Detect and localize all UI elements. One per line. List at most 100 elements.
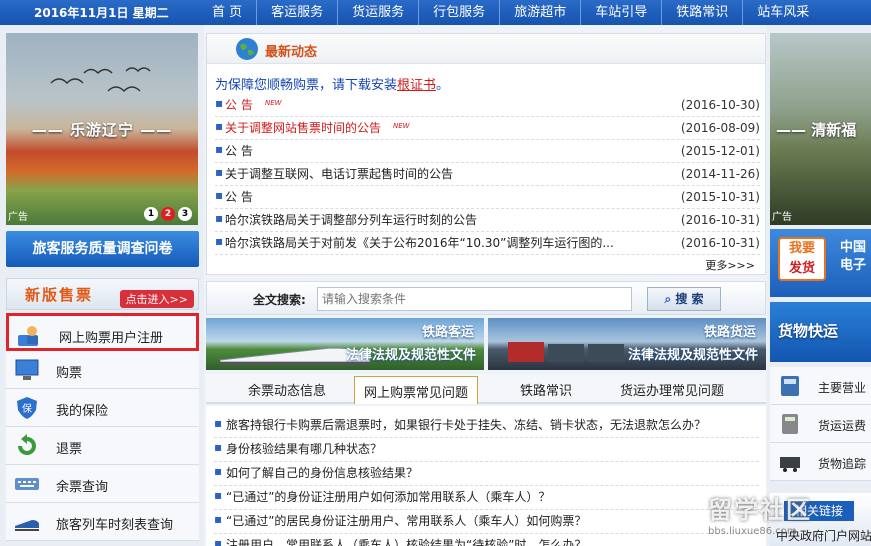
search-input[interactable] <box>317 287 632 311</box>
notice-text: 为保障您顺畅购票，请下载安装 <box>215 78 398 93</box>
enter-button[interactable]: 点击进入>> <box>119 290 194 308</box>
menu-item-buy-ticket[interactable]: 购票 <box>6 351 199 389</box>
news-title: 最新动态 <box>265 45 318 60</box>
menu-label: 我的保险 <box>56 404 109 419</box>
bullet-icon: ▪ <box>215 188 224 202</box>
center-column: 最新动态 为保障您顺畅购票，请下载安装根证书。 ▪ 公 告 NEW (2016-10-… <box>204 25 767 546</box>
search-button[interactable]: ⌕ 搜 索 <box>647 287 721 311</box>
nav-home[interactable]: 首 页 <box>198 0 256 25</box>
ad-page-1[interactable]: 1 <box>144 207 158 221</box>
nav-railway-knowledge[interactable]: 铁路常识 <box>661 0 742 25</box>
promo-express-freight[interactable]: 货物快运 <box>770 302 871 362</box>
nav-passenger-service[interactable]: 客运服务 <box>256 0 337 25</box>
watermark-logo: 留学社区 <box>708 496 812 524</box>
news-item[interactable]: ▪ 公 告 (2015-12-01) <box>215 140 760 163</box>
news-item[interactable]: ▪ 公 告 NEW (2016-10-30) <box>215 94 760 117</box>
bullet-icon: ▪ <box>215 142 224 156</box>
new-sale-title: 新版售票 <box>25 286 94 304</box>
banner-passenger-law[interactable]: 铁路客运 法律法规及规范性文件 <box>206 318 484 370</box>
freight-train-icon <box>508 342 624 362</box>
bullet-icon: ▪ <box>214 440 223 454</box>
nav-freight-service[interactable]: 货运服务 <box>337 0 418 25</box>
ad-slogan: —— 乐游辽宁 —— <box>31 121 173 139</box>
freight-link-tracking[interactable]: 货物追踪 <box>770 443 871 481</box>
info-tabs: 余票动态信息 网上购票常见问题 铁路常识 货运办理常见问题 <box>206 374 766 404</box>
bullet-icon: ▪ <box>214 512 223 526</box>
tab-railway-knowledge[interactable]: 铁路常识 <box>520 380 572 399</box>
globe-icon <box>236 38 258 60</box>
notice-end: 。 <box>436 78 450 93</box>
faq-item[interactable]: ▪ 身份核验结果有哪几种状态？ <box>214 438 759 462</box>
ad-banner-fujian[interactable]: —— 清新福 广告 <box>770 33 871 225</box>
faq-item[interactable]: ▪ “已通过”的身份证注册用户如何添加常用联系人（乘车人）？ <box>214 486 759 510</box>
menu-item-timetable[interactable]: 旅客列车时刻表查询 <box>6 503 199 541</box>
menu-label: 退票 <box>56 442 83 457</box>
bullet-icon: ▪ <box>215 119 224 133</box>
phone-icon <box>781 376 799 396</box>
faq-list: ▪ 旅客持银行卡购票后需退票时，如果银行卡处于挂失、冻结、销卡状态，无法退款怎么办… <box>214 414 759 546</box>
new-badge: NEW <box>265 99 282 107</box>
menu-label: 网上购票用户注册 <box>59 331 164 346</box>
user-register-icon <box>18 326 38 346</box>
cert-notice: 为保障您顺畅购票，请下载安装根证书。 <box>215 74 449 93</box>
ad-page-2[interactable]: 2 <box>161 207 175 221</box>
faq-item[interactable]: ▪ “已通过”的居民身份证注册用户、常用联系人（乘车人）如何购票？ <box>214 510 759 534</box>
menu-item-refund[interactable]: 退票 <box>6 427 199 465</box>
nav-travel-market[interactable]: 旅游超市 <box>499 0 580 25</box>
cranes-icon <box>50 67 151 93</box>
tab-online-faq[interactable]: 网上购票常见问题 <box>354 376 479 404</box>
nav-luggage-service[interactable]: 行包服务 <box>418 0 499 25</box>
news-list: ▪ 公 告 NEW (2016-10-30) ▪ 关于调整网站售票时间的公告 NEW (20… <box>215 94 760 255</box>
ad-slogan: —— 清新福 <box>776 121 857 139</box>
tab-freight-faq[interactable]: 货运办理常见问题 <box>620 380 724 399</box>
nav-station-guide[interactable]: 车站引导 <box>580 0 661 25</box>
ad-page-3[interactable]: 3 <box>178 207 192 221</box>
new-ticket-sale[interactable]: 新版售票 点击进入>> <box>6 278 199 310</box>
news-item[interactable]: ▪ 哈尔滨铁路局关于调整部分列车运行时刻的公告 (2016-10-31) <box>215 209 760 232</box>
menu-item-remaining-tickets[interactable]: 余票查询 <box>6 465 199 503</box>
current-date: 2016年11月1日 星期二 <box>34 6 169 20</box>
faq-item[interactable]: ▪ 旅客持银行卡购票后需退票时，如果银行卡处于挂失、冻结、销卡状态，无法退款怎么办… <box>214 414 759 438</box>
bullet-icon: ▪ <box>215 165 224 179</box>
calculator-icon <box>782 414 798 434</box>
faq-panel: ▪ 旅客持银行卡购票后需退票时，如果银行卡处于挂失、冻结、销卡状态，无法退款怎么办… <box>206 406 766 546</box>
menu-item-register[interactable]: 网上购票用户注册 <box>6 313 199 351</box>
bullet-icon: ▪ <box>215 234 224 248</box>
ad-tag: 广告 <box>8 212 28 223</box>
bullet-icon: ▪ <box>214 416 223 430</box>
nav-station-style[interactable]: 站车风采 <box>742 0 823 25</box>
menu-item-insurance[interactable]: 保 我的保险 <box>6 389 199 427</box>
faq-item[interactable]: ▪ 注册用户、常用联系人（乘车人）核验结果为“待核验”时，怎么办？ <box>214 534 759 546</box>
keyboard-icon <box>15 478 39 490</box>
promo-ship-goods[interactable]: 我要 发货 中国 电子 <box>770 229 871 297</box>
banner-freight-law[interactable]: 铁路货运 法律法规及规范性文件 <box>488 318 766 370</box>
freight-link-fees[interactable]: 货运运费 <box>770 405 871 443</box>
ad-banner-liaoning[interactable]: —— 乐游辽宁 —— 广告 1 2 3 <box>6 33 198 225</box>
top-nav-bar: 2016年11月1日 星期二 首 页 客运服务 货运服务 行包服务 旅游超市 车… <box>0 0 871 25</box>
search-label: 全文搜索: <box>253 293 306 307</box>
faq-item[interactable]: ▪ 如何了解自己的身份信息核验结果？ <box>214 462 759 486</box>
news-item[interactable]: ▪ 公 告 (2015-10-31) <box>215 186 760 209</box>
banner-caption: 铁路货运 <box>703 325 756 340</box>
news-item[interactable]: ▪ 关于调整网站售票时间的公告 NEW (2016-08-09) <box>215 117 760 140</box>
more-link[interactable]: 更多>>> <box>705 257 755 273</box>
svg-text:保: 保 <box>22 402 32 415</box>
news-item[interactable]: ▪ 哈尔滨铁路局关于对前发《关于公布2016年“10.30”调整列车运行图的...… <box>215 232 760 255</box>
monitor-icon <box>15 359 39 380</box>
full-text-search: 全文搜索: ⌕ 搜 索 <box>206 281 766 315</box>
tab-remaining-tickets[interactable]: 余票动态信息 <box>248 380 326 399</box>
menu-label: 购票 <box>56 366 83 381</box>
train-icon <box>15 520 39 531</box>
bullet-icon: ▪ <box>214 536 223 546</box>
root-cert-link[interactable]: 根证书 <box>397 78 436 93</box>
ship-goods-badge: 我要 发货 <box>778 237 826 281</box>
news-item[interactable]: ▪ 关于调整互联网、电话订票起售时间的公告 (2014-11-26) <box>215 163 760 186</box>
freight-link-business[interactable]: 主要营业 <box>770 367 871 405</box>
survey-button[interactable]: 旅客服务质量调查问卷 <box>6 231 199 267</box>
main-nav: 首 页 客运服务 货运服务 行包服务 旅游超市 车站引导 铁路常识 站车风采 <box>198 0 823 25</box>
bullet-icon: ▪ <box>215 96 224 110</box>
left-column: —— 乐游辽宁 —— 广告 1 2 3 旅客服务质量调查问卷 新版售票 点击进入… <box>0 25 204 546</box>
banner-subcaption: 法律法规及规范性文件 <box>345 348 476 363</box>
promo-side-text: 中国 电子 <box>840 240 867 273</box>
menu-label: 旅客列车时刻表查询 <box>56 518 174 533</box>
